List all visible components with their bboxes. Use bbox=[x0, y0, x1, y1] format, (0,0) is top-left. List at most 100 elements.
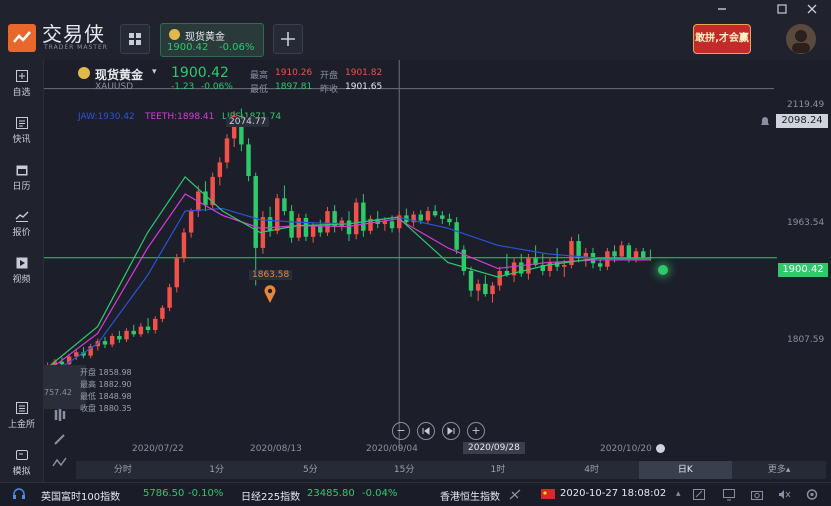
x-tick: 2020/08/13 bbox=[250, 444, 302, 454]
candle bbox=[619, 245, 624, 257]
alert-bell-icon[interactable] bbox=[758, 115, 772, 127]
sidebar-item-simulate[interactable]: 模拟 bbox=[0, 449, 43, 477]
candle bbox=[526, 258, 531, 274]
candle bbox=[117, 335, 122, 340]
candle bbox=[454, 222, 459, 250]
sidebar-item-watchlist[interactable]: 自选 bbox=[0, 70, 43, 98]
candle bbox=[174, 258, 179, 288]
timeframe-tab[interactable]: 分时 bbox=[76, 461, 170, 479]
candle bbox=[641, 251, 646, 258]
lips-line bbox=[47, 175, 651, 369]
no-signal-icon bbox=[508, 488, 522, 501]
high-label: 最高 bbox=[250, 71, 269, 81]
candle bbox=[188, 211, 194, 233]
avatar[interactable] bbox=[786, 24, 816, 54]
y-tick: 2119.49 bbox=[787, 100, 825, 110]
candle bbox=[325, 211, 330, 233]
gold-icon bbox=[78, 67, 90, 79]
calendar-icon bbox=[16, 165, 27, 176]
simulate-icon bbox=[15, 450, 28, 460]
quote-name[interactable]: 现货黄金 bbox=[95, 66, 143, 83]
location-pin-icon[interactable] bbox=[263, 284, 277, 304]
expand-up-icon[interactable]: ▴ bbox=[676, 489, 681, 499]
scroll-start-button[interactable] bbox=[417, 422, 435, 440]
open-label: 开盘 bbox=[320, 71, 339, 81]
chevron-down-icon[interactable]: ▾ bbox=[152, 67, 157, 77]
live-dot bbox=[658, 265, 668, 275]
camera-icon[interactable] bbox=[750, 488, 764, 501]
sidebar-item-video[interactable]: 视频 bbox=[0, 257, 43, 285]
high-value: 1910.26 bbox=[275, 68, 313, 78]
candle bbox=[346, 220, 352, 235]
crosshair-price: 2098.24 bbox=[776, 114, 828, 128]
timeframe-tab[interactable]: 5分 bbox=[264, 461, 358, 479]
candle bbox=[382, 221, 388, 224]
crosshair-date: 2020/09/28 bbox=[463, 442, 525, 454]
ticker-name[interactable]: 香港恒生指数 bbox=[440, 488, 500, 503]
candle bbox=[418, 214, 423, 221]
prev-label: 昨收 bbox=[320, 85, 339, 95]
maximize-icon[interactable] bbox=[776, 3, 788, 15]
sidebar-item-calendar[interactable]: 日历 bbox=[0, 164, 43, 192]
candle bbox=[447, 218, 452, 223]
candle bbox=[246, 144, 251, 177]
mute-speaker-icon[interactable] bbox=[777, 488, 791, 501]
scroll-latest-dot[interactable] bbox=[656, 444, 665, 453]
candle bbox=[296, 217, 301, 238]
headset-icon[interactable] bbox=[12, 488, 26, 500]
quote-change-pct: -0.06% bbox=[201, 82, 233, 92]
sidebar-item-news[interactable]: 快讯 bbox=[0, 117, 43, 145]
candle bbox=[253, 176, 258, 248]
promo-banner[interactable]: 敢拼,才会赢 bbox=[693, 24, 751, 54]
timeframe-tab[interactable]: 更多▴ bbox=[732, 461, 826, 479]
sidebar-item-label: 快讯 bbox=[12, 135, 31, 145]
prev-value: 1901.65 bbox=[345, 82, 383, 92]
grid-layout-button[interactable] bbox=[120, 24, 150, 54]
candle bbox=[282, 198, 287, 212]
china-flag-icon bbox=[541, 489, 555, 499]
candle bbox=[275, 198, 280, 231]
timeframe-tab[interactable]: 日K bbox=[638, 461, 733, 479]
teeth-legend: TEETH:1898.41 bbox=[145, 112, 215, 122]
sidebar-item-exchange[interactable]: 上金所 bbox=[0, 402, 43, 430]
low-label: 最低 bbox=[250, 85, 269, 95]
quote-price: 1900.42 bbox=[171, 65, 229, 81]
timeframe-tab[interactable]: 1分 bbox=[170, 461, 264, 479]
sidebar-item-label: 模拟 bbox=[12, 467, 31, 477]
monitor-icon[interactable] bbox=[722, 488, 736, 501]
tab-price: 1900.42 bbox=[167, 42, 209, 53]
close-icon[interactable] bbox=[806, 3, 818, 15]
chart-area[interactable]: 现货黄金 ▾ XAUUSD 1900.42 -1.23 -0.06% 最高 19… bbox=[44, 60, 831, 467]
timeframe-tab[interactable]: 1时 bbox=[451, 461, 545, 479]
candle-type-icon[interactable] bbox=[50, 406, 70, 424]
zoom-in-button[interactable]: + bbox=[467, 422, 485, 440]
candle bbox=[547, 262, 553, 271]
draw-pen-icon[interactable] bbox=[50, 430, 70, 448]
screenshot-edit-icon[interactable] bbox=[692, 488, 706, 501]
candle bbox=[217, 162, 223, 177]
tab-xauusd[interactable]: 现货黄金 1900.42 -0.06% bbox=[160, 23, 264, 57]
minimize-icon[interactable] bbox=[716, 3, 728, 15]
ticker-name[interactable]: 日经225指数 bbox=[241, 488, 300, 503]
indicator-wave-icon[interactable] bbox=[50, 454, 70, 472]
zoom-out-button[interactable]: − bbox=[392, 422, 410, 440]
candle bbox=[289, 211, 294, 238]
ohlc-high: 最高 1882.90 bbox=[80, 380, 132, 389]
add-tab-button[interactable] bbox=[273, 24, 303, 54]
sidebar-item-quote[interactable]: 报价 bbox=[0, 210, 43, 238]
candle bbox=[597, 263, 603, 267]
candle bbox=[440, 215, 445, 219]
candle bbox=[475, 283, 481, 291]
settings-icon[interactable] bbox=[805, 488, 819, 501]
plus-icon bbox=[281, 32, 295, 46]
candle bbox=[102, 341, 108, 345]
timeframe-tab[interactable]: 4时 bbox=[545, 461, 639, 479]
ticker-name[interactable]: 英国富时100指数 bbox=[41, 488, 120, 503]
status-bar: 英国富时100指数 5786.50 -0.10% 日经225指数 23485.8… bbox=[0, 482, 831, 506]
sidebar-item-label: 视频 bbox=[12, 275, 31, 285]
jaw-legend: JAW:1930.42 bbox=[78, 112, 135, 122]
ohlc-low: 最低 1848.98 bbox=[80, 392, 132, 401]
scroll-end-button[interactable] bbox=[442, 422, 460, 440]
quote-code: XAUUSD bbox=[95, 82, 134, 92]
timeframe-tab[interactable]: 15分 bbox=[357, 461, 451, 479]
